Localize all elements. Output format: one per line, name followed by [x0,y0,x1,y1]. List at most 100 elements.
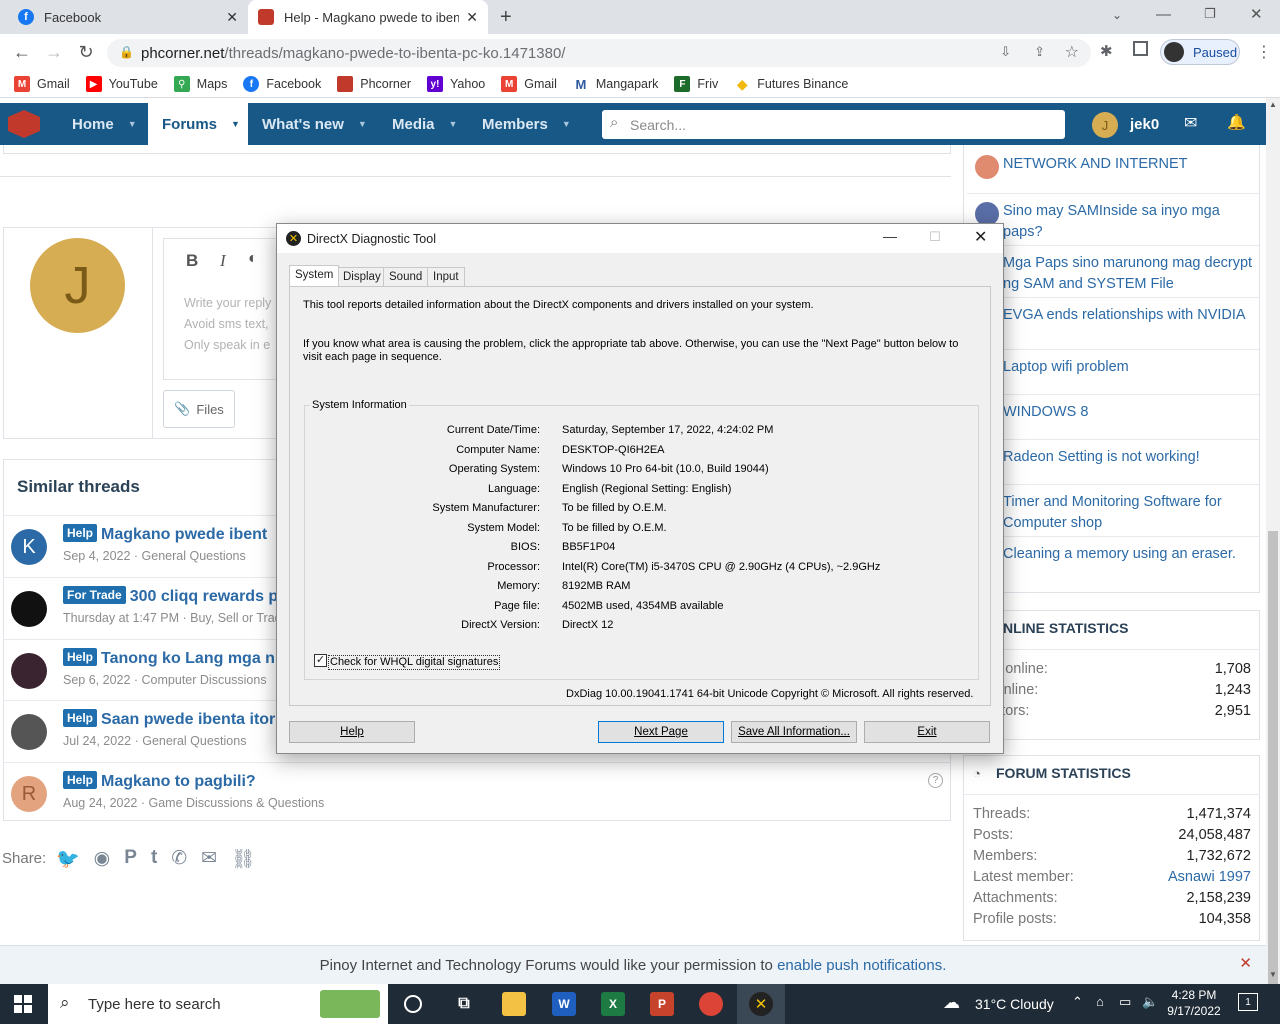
palette-icon[interactable]: ◐ [248,250,258,268]
reddit-icon[interactable]: ◉ [94,847,111,871]
next-page-button[interactable]: Next Page [598,721,724,743]
scroll-down-icon[interactable]: ▼ [1269,970,1277,979]
nav-home[interactable]: Home ▼ [56,103,153,145]
close-icon[interactable]: ✕ [1239,954,1252,972]
pinterest-icon[interactable]: P [124,847,137,871]
nav-members[interactable]: Members ▼ [468,103,585,145]
tab-search-icon[interactable]: ⌄ [1112,8,1122,22]
bookmark-maps[interactable]: ⚲ Maps [173,76,227,92]
notification-center-icon[interactable]: 1 [1238,993,1258,1011]
italic-icon[interactable]: I [220,251,226,271]
close-icon[interactable]: ✕ [974,227,987,247]
install-icon[interactable]: ⇩ [1000,44,1011,60]
sidebar-thread-link[interactable]: Timer and Monitoring Software for Comput… [967,484,1259,536]
caret-down-icon[interactable]: ▼ [562,119,571,129]
sidebar-thread-link[interactable]: Laptop wifi problem [967,349,1259,394]
thread-author-avatar[interactable] [11,714,47,750]
link-icon[interactable]: ⛓ [231,847,255,871]
new-tab-icon[interactable]: + [500,6,512,29]
help-button[interactable]: Help [289,721,415,743]
minimize-icon[interactable]: — [1156,6,1171,23]
taskbar-search[interactable]: ⌕ Type here to search [48,984,388,1024]
caret-down-icon[interactable]: ▼ [358,119,367,129]
caret-down-icon[interactable]: ▼ [449,119,458,129]
maximize-icon[interactable]: ☐ [929,229,941,245]
email-icon[interactable]: ✉ [201,847,217,871]
user-avatar[interactable]: J [1092,112,1118,138]
network-icon[interactable]: ⌂ [1096,994,1104,1009]
nav-media[interactable]: Media ▼ [378,103,471,145]
exit-button[interactable]: Exit [864,721,990,743]
sidebar-thread-link[interactable]: Radeon Setting is not working! [967,439,1259,484]
restore-icon[interactable]: ❐ [1204,6,1216,22]
profile-button[interactable]: Paused [1160,39,1240,65]
tray-chevron-icon[interactable]: ⌃ [1072,994,1083,1010]
twitter-icon[interactable]: 🐦 [56,847,80,871]
site-logo[interactable] [8,110,40,138]
bookmark-binance[interactable]: ◆ Futures Binance [734,76,848,92]
url-bar[interactable]: 🔒 phcorner.net/threads/magkano-pwede-to-… [107,39,1091,67]
task-view-icon[interactable]: ⧉ [452,992,476,1016]
bold-icon[interactable]: B [186,251,198,271]
excel-icon[interactable]: X [601,992,625,1016]
sidebar-thread-link[interactable]: Mga Paps sino marunong mag decrypt ng SA… [967,245,1259,297]
thread-title[interactable]: Help Saan pwede ibenta itor [63,709,275,729]
bookmark-star-icon[interactable]: ☆ [1065,42,1079,62]
extensions-icon[interactable]: ✱ [1100,42,1113,60]
weather-text[interactable]: 31°C Cloudy [975,996,1054,1012]
sidebar-thread-link[interactable]: NETWORK AND INTERNET [967,147,1259,193]
bookmark-gmail[interactable]: M Gmail [14,76,70,92]
thread-title[interactable]: For Trade 300 cliqq rewards p [63,586,278,606]
chrome-icon[interactable] [699,992,723,1016]
word-icon[interactable]: W [552,992,576,1016]
start-icon[interactable] [14,995,32,1013]
tab-facebook[interactable]: f Facebook ✕ [8,0,248,34]
bookmark-gmail-2[interactable]: M Gmail [501,76,557,92]
files-button[interactable]: 📎 Files [163,390,235,428]
user-menu[interactable]: jek0 [1130,103,1159,145]
sidebar-thread-link[interactable]: Cleaning a memory using an eraser. [967,536,1259,588]
bookmark-yahoo[interactable]: y! Yahoo [427,76,485,92]
powerpoint-icon[interactable]: P [650,992,674,1016]
share-icon[interactable]: ⇪ [1034,44,1045,60]
whql-checkbox-label[interactable]: Check for WHQL digital signatures [328,655,501,670]
directx-taskbar-icon[interactable]: ✕ [749,992,773,1016]
close-tab-icon[interactable]: ✕ [466,9,478,26]
thread-author-avatar[interactable] [11,653,47,689]
thread-title[interactable]: Help Magkano pwede ibent [63,524,267,544]
back-icon[interactable]: ← [10,42,34,63]
sidebar-thread-link[interactable]: Sino may SAMInside sa inyo mga paps? [967,193,1259,245]
sidebar-thread-link[interactable]: WINDOWS 8 [967,394,1259,439]
bell-icon[interactable]: 🔔 [1227,113,1246,131]
caret-down-icon[interactable]: ▼ [128,119,137,129]
bookmark-facebook[interactable]: f Facebook [243,76,321,92]
close-tab-icon[interactable]: ✕ [226,9,238,26]
enable-notifications-link[interactable]: enable push notifications. [777,957,946,974]
search-input[interactable]: ⌕ Search... [602,110,1065,139]
tab-help-thread[interactable]: Help - Magkano pwede to ibenta ✕ [248,0,488,34]
side-panel-icon[interactable] [1133,41,1148,56]
thread-author-avatar[interactable] [11,591,47,627]
scrollbar-thumb[interactable] [1268,531,1278,1001]
nav-forums[interactable]: Forums ▼ [148,103,248,145]
cortana-icon[interactable] [404,995,422,1013]
bookmark-friv[interactable]: F Friv [674,76,718,92]
minimize-icon[interactable]: — [883,228,897,244]
file-explorer-icon[interactable] [502,992,526,1016]
tumblr-icon[interactable]: t [151,847,157,871]
thread-author-avatar[interactable]: K [11,529,47,565]
caret-down-icon[interactable]: ▼ [231,119,240,129]
monitor-icon[interactable]: ▭ [1119,994,1131,1010]
reply-editor[interactable]: B I ◐ Write your reply Avoid sms text, O… [163,238,283,380]
sidebar-thread-link[interactable]: EVGA ends relationships with NVIDIA [967,297,1259,349]
thread-title[interactable]: Help Tanong ko Lang mga n [63,648,275,668]
whatsapp-icon[interactable]: ✆ [171,847,187,871]
sidebar-thread-avatar[interactable] [975,155,999,179]
thread-author-avatar[interactable]: R [11,776,47,812]
thread-title[interactable]: Help Magkano to pagbili? [63,771,256,791]
clock[interactable]: 4:28 PM 9/17/2022 [1166,987,1222,1019]
whql-checkbox[interactable]: ✓ [314,654,327,667]
dx-tab-display[interactable]: Display [337,267,387,286]
bookmark-youtube[interactable]: ▶ YouTube [85,76,158,92]
forward-icon[interactable]: → [42,42,66,63]
